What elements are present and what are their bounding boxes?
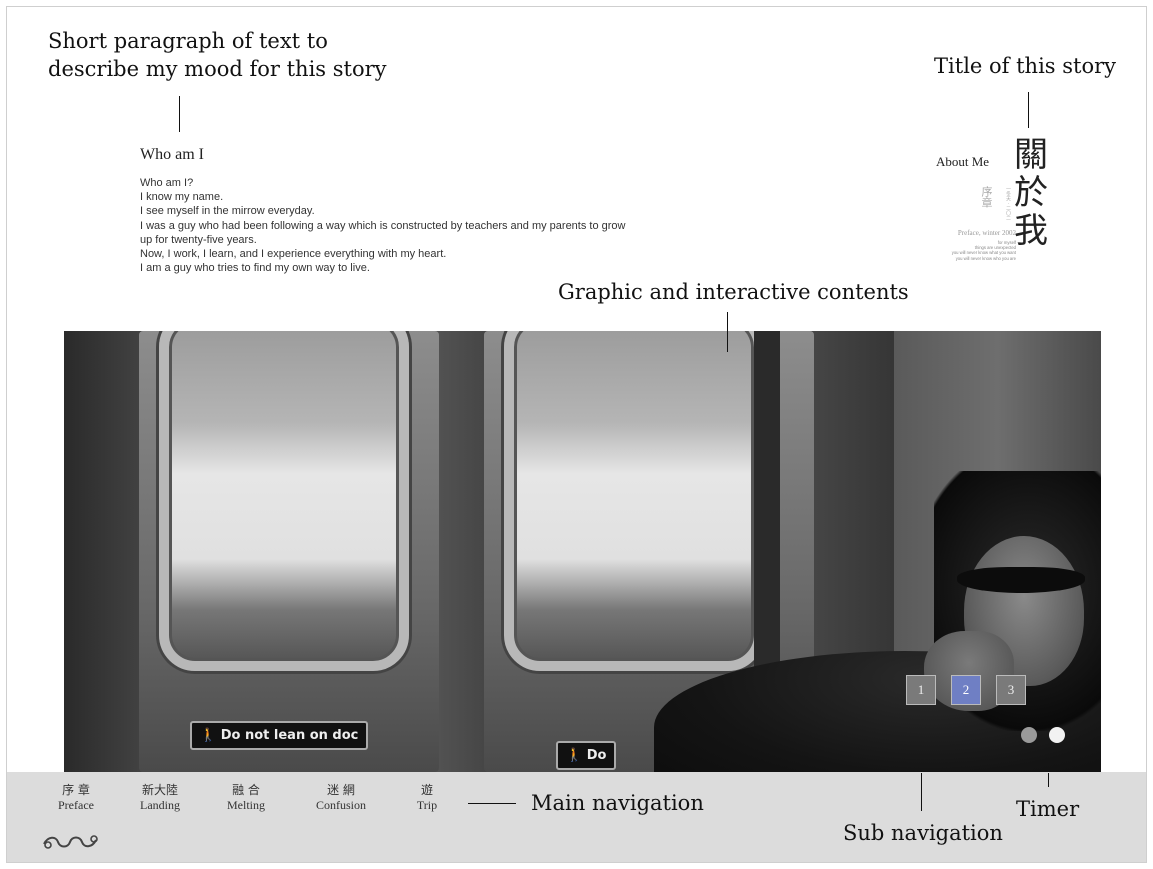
preface-small-line: you will never know who you are [955, 255, 1016, 261]
door-sign-text: Do not lean on doc [220, 728, 359, 743]
annotation-graphic-pointer [727, 312, 728, 352]
story-title: 關 於 我 [1014, 136, 1054, 250]
story-title-char: 於 [1014, 173, 1048, 213]
mood-line: I was a guy who had been following a way… [140, 219, 626, 232]
annotation-subnav-pointer [921, 773, 922, 811]
annotation-mood-line-2: describe my mood for this story [48, 57, 387, 81]
nav-item-confusion[interactable]: 迷 網 Confusion [303, 782, 379, 812]
main-navigation-bar: 序 章 Preface 新大陸 Landing 融 合 Melting 迷 網 … [7, 772, 1146, 862]
mood-line: I see myself in the mirrow everyday. [140, 205, 315, 218]
story-title-char: 關 [1014, 135, 1048, 175]
nav-item-label: Trip [416, 798, 438, 812]
person-glasses [957, 567, 1085, 593]
annotation-graphic: Graphic and interactive contents [558, 280, 909, 304]
subnav-button-1[interactable]: 1 [906, 675, 936, 705]
nav-item-label: Landing [140, 798, 180, 812]
mood-line: Now, I work, I learn, and I experience e… [140, 248, 447, 261]
preface-season-line: Preface, winter 2002 [957, 229, 1016, 237]
annotation-mood: Short paragraph of text to describe my m… [48, 27, 387, 83]
annotation-mood-pointer [179, 96, 180, 132]
flourish-ornament-icon [43, 835, 98, 849]
door-sign-icon: 🚶 [566, 748, 587, 763]
nav-item-cjk: 迷 網 [327, 783, 355, 797]
door-sign: 🚶 Do not lean on doc [190, 721, 369, 750]
nav-item-landing[interactable]: 新大陸 Landing [132, 782, 188, 812]
annotation-mainnav-pointer [468, 803, 516, 804]
interactive-photo-area[interactable]: 🚶 Do not lean on doc 🚶 Do 1 2 3 [64, 331, 1101, 772]
nav-item-preface[interactable]: 序 章 Preface [51, 782, 101, 812]
nav-item-cjk: 融 合 [232, 783, 260, 797]
preface-cjk-subtitle: 一冬天 · 二〇二 [1005, 186, 1011, 221]
timer-dot-1[interactable] [1021, 727, 1037, 743]
annotation-timer-pointer [1048, 773, 1049, 787]
subnav-button-2[interactable]: 2 [951, 675, 981, 705]
mood-paragraph: Who am I? I know my name. I see myself i… [140, 176, 760, 275]
nav-item-cjk: 遊 [420, 783, 433, 797]
annotation-title: Title of this story [934, 54, 1116, 78]
annotation-mood-line-1: Short paragraph of text to [48, 29, 328, 53]
preface-cjk-label: 序章 [980, 186, 993, 208]
mood-line: I am a guy who tries to find my own way … [140, 262, 370, 275]
annotation-title-pointer [1028, 92, 1029, 128]
mood-line: I know my name. [140, 191, 224, 204]
nav-item-trip[interactable]: 遊 Trip [409, 782, 445, 812]
nav-item-cjk: 新大陸 [141, 783, 178, 797]
nav-item-melting[interactable]: 融 合 Melting [220, 782, 272, 812]
nav-item-cjk: 序 章 [62, 783, 90, 797]
mood-heading: Who am I [140, 146, 204, 163]
mood-line: up for twenty-five years. [140, 233, 257, 246]
story-title-char: 我 [1014, 211, 1048, 251]
door-sign-2: 🚶 Do [556, 741, 617, 770]
subnav-button-3[interactable]: 3 [996, 675, 1026, 705]
nav-item-label: Preface [58, 798, 94, 812]
door-sign-text: Do [586, 748, 607, 763]
timer-dot-2[interactable] [1049, 727, 1065, 743]
mood-line: Who am I? [140, 177, 194, 189]
subway-window-right [504, 331, 764, 671]
annotation-main-navigation: Main navigation [531, 791, 704, 815]
preface-small-text: for myself things are unexpected you wil… [890, 240, 1016, 261]
nav-item-label: Melting [227, 798, 265, 812]
annotation-timer: Timer [1016, 797, 1080, 821]
door-sign-icon: 🚶 [200, 728, 221, 743]
subway-window-left [159, 331, 409, 671]
annotation-sub-navigation: Sub navigation [843, 821, 1003, 845]
nav-item-label: Confusion [315, 798, 366, 812]
about-me-label: About Me [936, 154, 990, 169]
